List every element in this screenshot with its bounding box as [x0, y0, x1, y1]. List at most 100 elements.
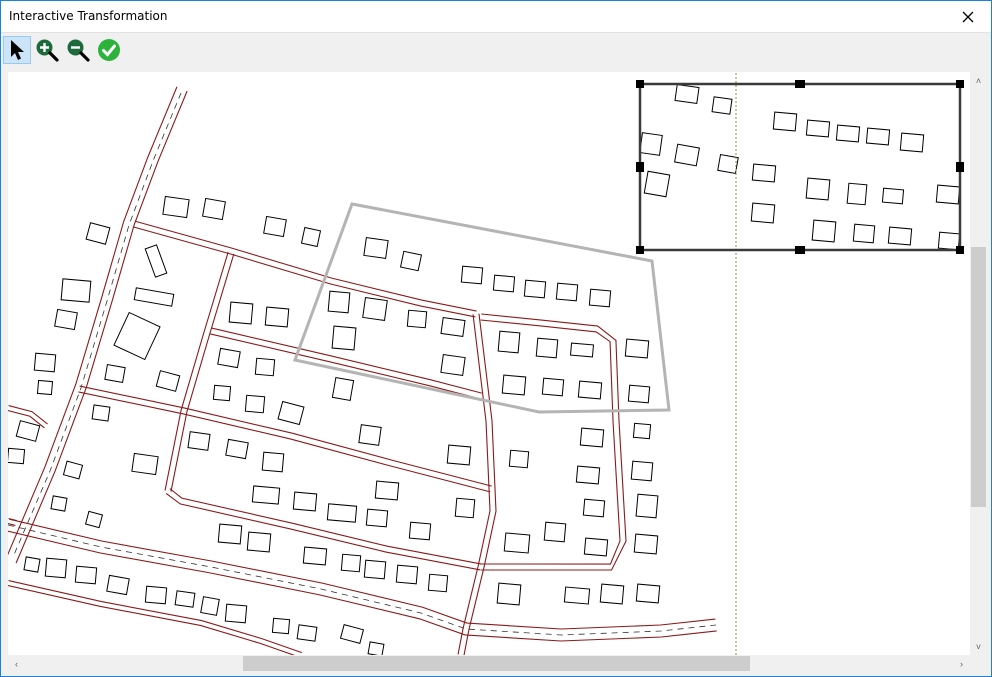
- transform-frame[interactable]: [638, 82, 962, 252]
- building-footprint: [200, 596, 220, 616]
- horizontal-scroll-thumb[interactable]: [243, 656, 750, 671]
- building-footprint: [212, 384, 232, 402]
- scroll-right-arrow[interactable]: ›: [953, 655, 970, 672]
- building-footprint: [835, 124, 861, 143]
- building-footprint: [643, 170, 671, 198]
- building-footprint: [331, 325, 357, 351]
- building-footprint: [881, 187, 905, 205]
- building-footprint: [750, 202, 776, 224]
- scrollbar-corner: [970, 655, 987, 672]
- select-tool-button[interactable]: [3, 36, 31, 64]
- zoom-in-button[interactable]: [33, 36, 61, 64]
- building-footprint: [74, 565, 98, 585]
- building-footprint: [202, 197, 226, 221]
- building-footprint: [523, 279, 547, 299]
- building-footprint: [440, 353, 466, 377]
- building-footprint: [577, 380, 603, 400]
- building-footprint: [497, 330, 521, 354]
- scroll-down-arrow[interactable]: ˅: [970, 638, 987, 655]
- building-footprint: [887, 226, 913, 246]
- building-footprint: [503, 532, 531, 554]
- resize-handle[interactable]: [956, 246, 964, 254]
- building-footprint: [632, 422, 652, 440]
- building-footprint: [358, 424, 382, 446]
- building-footprint: [508, 449, 530, 469]
- building-footprint: [399, 250, 423, 272]
- map-drawing[interactable]: [8, 72, 970, 655]
- building-footprint: [374, 480, 400, 501]
- scroll-left-arrow[interactable]: ‹: [8, 655, 25, 672]
- building-footprint: [144, 244, 168, 278]
- building-footprint: [217, 523, 243, 545]
- building-footprint: [563, 586, 591, 605]
- resize-handle[interactable]: [795, 80, 805, 88]
- window-title: Interactive Transformation: [9, 9, 168, 23]
- resize-handle[interactable]: [636, 80, 644, 88]
- building-footprint: [106, 574, 130, 596]
- building-footprint: [365, 508, 389, 528]
- building-footprint: [36, 379, 54, 396]
- building-footprint: [113, 311, 161, 361]
- building-footprint: [271, 617, 291, 635]
- building-footprint: [33, 352, 57, 373]
- building-footprint: [261, 451, 285, 473]
- building-footprint: [501, 374, 527, 396]
- resize-handle[interactable]: [956, 80, 964, 88]
- road-edge: [9, 518, 716, 630]
- building-footprint: [569, 342, 595, 358]
- building-footprint: [639, 132, 663, 156]
- road-edge: [15, 90, 188, 564]
- building-footprint: [630, 460, 654, 482]
- building-footprint: [674, 143, 700, 167]
- close-button[interactable]: [945, 1, 991, 32]
- building-footprint: [296, 624, 318, 642]
- resize-handle[interactable]: [795, 246, 805, 254]
- building-footprint: [446, 444, 472, 466]
- building-footprint: [575, 465, 601, 485]
- map-canvas[interactable]: [8, 72, 970, 655]
- building-footprint: [62, 460, 84, 480]
- building-footprint: [751, 163, 777, 183]
- building-footprint: [460, 265, 484, 285]
- building-footprint: [846, 182, 868, 206]
- building-footprint: [711, 96, 733, 115]
- resize-handle[interactable]: [636, 162, 644, 172]
- zoom-out-button[interactable]: [64, 36, 92, 64]
- building-footprint: [408, 521, 432, 541]
- vertical-scroll-thumb[interactable]: [971, 247, 986, 507]
- building-footprint: [331, 377, 355, 401]
- building-footprint: [496, 582, 522, 606]
- resize-handle[interactable]: [956, 162, 964, 172]
- building-footprint: [440, 316, 466, 338]
- building-footprint: [899, 132, 925, 153]
- building-footprint: [104, 363, 126, 384]
- building-footprint: [772, 111, 798, 132]
- accept-button[interactable]: [95, 36, 123, 64]
- zoom-in-icon: [36, 39, 59, 62]
- building-footprint: [263, 215, 287, 238]
- vertical-scrollbar[interactable]: ˄ ˅: [970, 72, 987, 655]
- building-footprint: [50, 495, 68, 512]
- building-footprint: [367, 641, 385, 655]
- horizontal-scrollbar[interactable]: ‹ ›: [8, 655, 970, 672]
- building-footprint: [492, 274, 516, 293]
- close-icon: [962, 11, 974, 22]
- building-footprint: [579, 427, 605, 448]
- building-footprint: [246, 531, 272, 553]
- building-footprint: [133, 287, 175, 307]
- building-footprint: [155, 370, 181, 392]
- road-edge: [164, 251, 229, 491]
- building-footprint: [84, 510, 104, 529]
- building-footprint: [624, 338, 650, 359]
- scroll-up-arrow[interactable]: ˄: [970, 72, 987, 89]
- resize-handle[interactable]: [636, 246, 644, 254]
- building-footprint: [187, 431, 211, 451]
- building-footprint: [363, 236, 389, 260]
- building-footprint: [144, 585, 168, 605]
- building-footprint: [292, 491, 318, 512]
- building-footprint: [60, 278, 92, 303]
- building-footprint: [251, 485, 281, 505]
- building-footprint: [633, 533, 659, 555]
- transform-handles[interactable]: [636, 80, 964, 254]
- building-footprint: [91, 404, 111, 422]
